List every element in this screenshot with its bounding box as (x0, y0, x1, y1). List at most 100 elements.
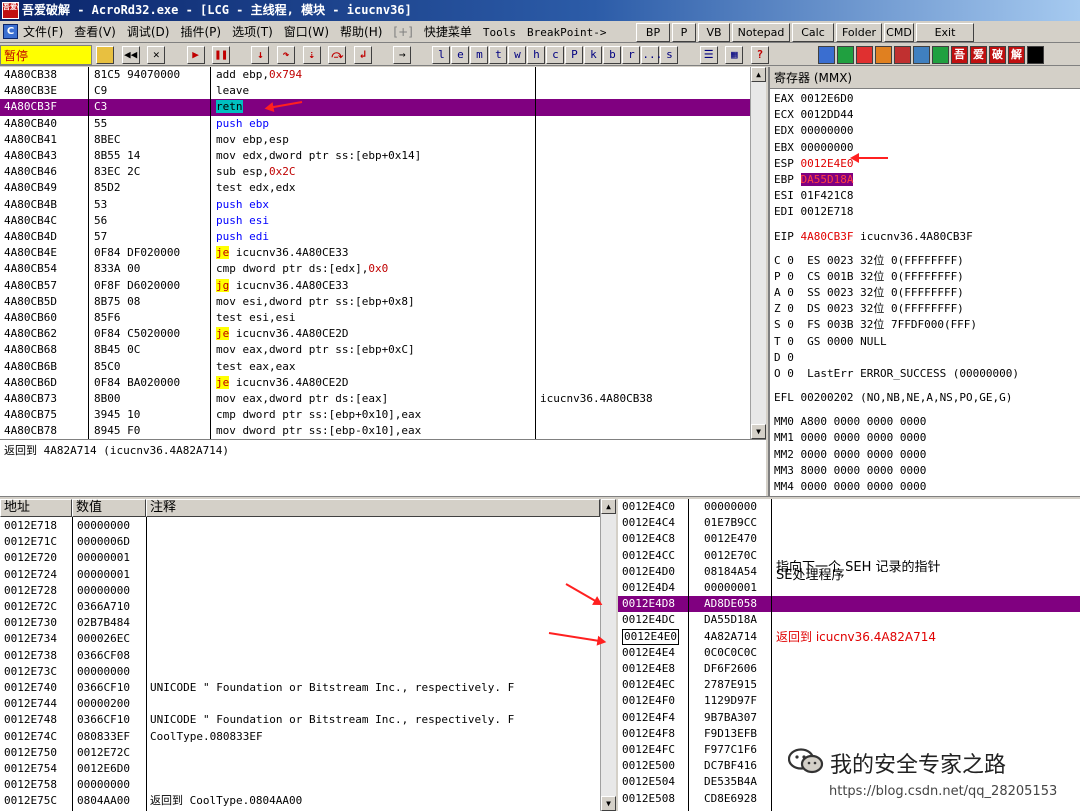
disasm-row[interactable]: 4A80CB3E C9 leave (0, 83, 750, 99)
disassembly-scrollbar[interactable]: ▲ ▼ (750, 67, 766, 439)
quick-button-calc[interactable]: Calc (792, 23, 834, 42)
dump-row[interactable]: 0012E738 0366CF08 (0, 648, 600, 664)
goto-icon[interactable]: → (393, 46, 412, 64)
mmx-row[interactable]: MM0 A800 0000 0000 0000 (774, 414, 926, 430)
dump-row[interactable]: 0012E754 0012E6D0 (0, 761, 600, 777)
dump-row[interactable]: 0012E740 0366CF10 UNICODE " Foundation or … (0, 680, 600, 696)
register-edx[interactable]: EDX 00000000 (774, 123, 853, 139)
disasm-row[interactable]: 4A80CB46 83EC 2C sub esp,0x2C (0, 164, 750, 180)
disasm-row[interactable]: 4A80CB75 3945 10 cmp dword ptr ss:[ebp+0x1… (0, 407, 750, 423)
quick-button-notepad[interactable]: Notepad (732, 23, 790, 42)
dump-row[interactable]: 0012E728 00000000 (0, 583, 600, 599)
dump-row[interactable]: 0012E73C 00000000 (0, 664, 600, 680)
disasm-row[interactable]: 4A80CB4B 53 push ebx (0, 197, 750, 213)
registers-pane[interactable]: 寄存器 (MMX) EAX 0012E6D0 ECX 0012DD44 EDX 00… (768, 67, 1080, 496)
register-value[interactable]: 0012E718 (801, 205, 854, 218)
quick-button-cmd[interactable]: CMD (884, 23, 914, 42)
window-button-c[interactable]: c (546, 46, 565, 64)
window-button-l[interactable]: l (432, 46, 451, 64)
dump-row[interactable]: 0012E72C 0366A710 (0, 599, 600, 615)
dump-header-comment[interactable]: 注释 (146, 499, 600, 517)
execute-till-return-icon[interactable]: ↲ (353, 46, 372, 64)
scroll-down-icon[interactable]: ▼ (751, 424, 766, 439)
list-icon[interactable]: ☰ (699, 46, 718, 64)
disasm-row[interactable]: 4A80CB6D 0F84 BA020000 je icucnv36.4A80CE2… (0, 375, 750, 391)
tool-8-icon[interactable]: 爱 (970, 46, 987, 64)
disasm-row[interactable]: 4A80CB62 0F84 C5020000 je icucnv36.4A80CE2… (0, 326, 750, 342)
menu-item[interactable]: 选项(T) (232, 21, 273, 43)
mmx-row[interactable]: MM2 0000 0000 0000 0000 (774, 447, 926, 463)
circle-icon[interactable] (875, 46, 892, 64)
register-eip[interactable]: EIP 4A80CB3F icucnv36.4A80CB3F (774, 229, 973, 245)
tool-9-icon[interactable]: 破 (989, 46, 1006, 64)
disasm-row[interactable]: 4A80CB41 8BEC mov ebp,esp (0, 132, 750, 148)
dump-header-address[interactable]: 地址 (0, 499, 72, 517)
menu-item[interactable]: 文件(F) (23, 21, 63, 43)
menu-item[interactable]: 调试(D) (127, 21, 170, 43)
window-button-k[interactable]: k (584, 46, 603, 64)
disasm-row[interactable]: 4A80CB6B 85C0 test eax,eax (0, 359, 750, 375)
flag-row[interactable]: S 0 FS 003B 32位 7FFDF000(FFF) (774, 317, 977, 333)
disasm-row[interactable]: 4A80CB60 85F6 test esi,esi (0, 310, 750, 326)
flag-row[interactable]: Z 0 DS 0023 32位 0(FFFFFFFF) (774, 301, 964, 317)
tool-7-icon[interactable]: 吾 (951, 46, 968, 64)
scroll-up-icon[interactable]: ▲ (601, 499, 616, 514)
dump-row[interactable]: 0012E718 00000000 (0, 518, 600, 534)
register-value[interactable]: 0012E6D0 (801, 92, 854, 105)
flag-row[interactable]: T 0 GS 0000 NULL (774, 334, 887, 350)
register-value[interactable]: 00000000 (801, 124, 854, 137)
dump-row[interactable]: 0012E730 02B7B484 (0, 615, 600, 631)
disasm-row[interactable]: 4A80CB40 55 push ebp (0, 116, 750, 132)
menu-item[interactable]: BreakPoint-> (527, 22, 606, 44)
open-icon[interactable] (96, 46, 114, 64)
register-ebp[interactable]: EBP DA55D18A (774, 172, 854, 188)
menu-item[interactable]: 查看(V) (74, 21, 116, 43)
black-icon[interactable] (1027, 46, 1044, 64)
disasm-row[interactable]: 4A80CB49 85D2 test edx,edx (0, 180, 750, 196)
mmx-row[interactable]: MM3 8000 0000 0000 0000 (774, 463, 926, 479)
menu-item[interactable]: 插件(P) (180, 21, 221, 43)
register-ebx[interactable]: EBX 00000000 (774, 140, 853, 156)
window-button-e[interactable]: e (451, 46, 470, 64)
flag-row[interactable]: O 0 LastErr ERROR_SUCCESS (00000000) (774, 366, 1019, 382)
refresh-icon[interactable] (818, 46, 835, 64)
mmx-row[interactable]: MM4 0000 0000 0000 0000 (774, 479, 926, 495)
window-button-r[interactable]: r (622, 46, 641, 64)
disasm-row[interactable]: 4A80CB68 8B45 0C mov eax,dword ptr ss:[ebp… (0, 342, 750, 358)
flag-row[interactable]: A 0 SS 0023 32位 0(FFFFFFFF) (774, 285, 964, 301)
dump-row[interactable]: 0012E758 00000000 (0, 777, 600, 793)
dump-row[interactable]: 0012E744 00000200 (0, 696, 600, 712)
disasm-row[interactable]: 4A80CB3F C3 retn (0, 99, 750, 116)
window-button-b[interactable]: b (603, 46, 622, 64)
disassembly-pane[interactable]: 4A80CB38 81C5 94070000 add ebp,0x794 4A80CB… (0, 67, 766, 439)
disasm-row[interactable]: 4A80CB54 833A 00 cmp dword ptr ds:[edx],0x… (0, 261, 750, 277)
disasm-row[interactable]: 4A80CB5D 8B75 08 mov esi,dword ptr ss:[ebp… (0, 294, 750, 310)
register-esp[interactable]: ESP 0012E4E0 (774, 156, 853, 172)
dump-row[interactable]: 0012E71C 0000006D (0, 534, 600, 550)
quick-button-p[interactable]: P (672, 23, 696, 42)
mmx-row[interactable]: MM1 0000 0000 0000 0000 (774, 430, 926, 446)
dump-row[interactable]: 0012E724 00000001 (0, 567, 600, 583)
flag-row[interactable]: C 0 ES 0023 32位 0(FFFFFFFF) (774, 253, 964, 269)
dump-row[interactable]: 0012E74C 080833EF CoolType.080833EF (0, 729, 600, 745)
help-icon[interactable]: ? (750, 46, 769, 64)
disasm-row[interactable]: 4A80CB73 8B00 mov eax,dword ptr ds:[eax] ic… (0, 391, 750, 407)
dump-pane[interactable]: 地址 数值 注释 0012E718 00000000 0012E71C 0000006… (0, 499, 616, 811)
register-value[interactable]: 00000000 (801, 141, 854, 154)
dump-row[interactable]: 0012E75C 0804AA00 返回到 CoolType.0804AA00 (0, 793, 600, 809)
menu-item[interactable]: 窗口(W) (284, 21, 329, 43)
dump-scrollbar[interactable]: ▲ ▼ (600, 499, 616, 811)
calc-icon[interactable] (913, 46, 930, 64)
step-over-icon[interactable]: ↷ (277, 46, 295, 64)
scroll-up-icon[interactable]: ▲ (751, 67, 766, 82)
pause-icon[interactable] (837, 46, 854, 64)
window-button-more[interactable]: ... (641, 46, 662, 64)
disasm-row[interactable]: 4A80CB4E 0F84 DF020000 je icucnv36.4A80CE3… (0, 245, 750, 261)
cpu-icon[interactable]: C (3, 24, 18, 39)
run-icon[interactable]: ▶ (186, 46, 205, 64)
quick-button-bp[interactable]: BP (636, 23, 670, 42)
efl-row[interactable]: EFL 00200202 (NO,NB,NE,A,NS,PO,GE,G) (774, 390, 1012, 406)
window-button-s[interactable]: s (660, 46, 679, 64)
menu-item[interactable]: 快捷菜单 (424, 21, 472, 43)
menu-item[interactable]: Tools (483, 22, 516, 44)
